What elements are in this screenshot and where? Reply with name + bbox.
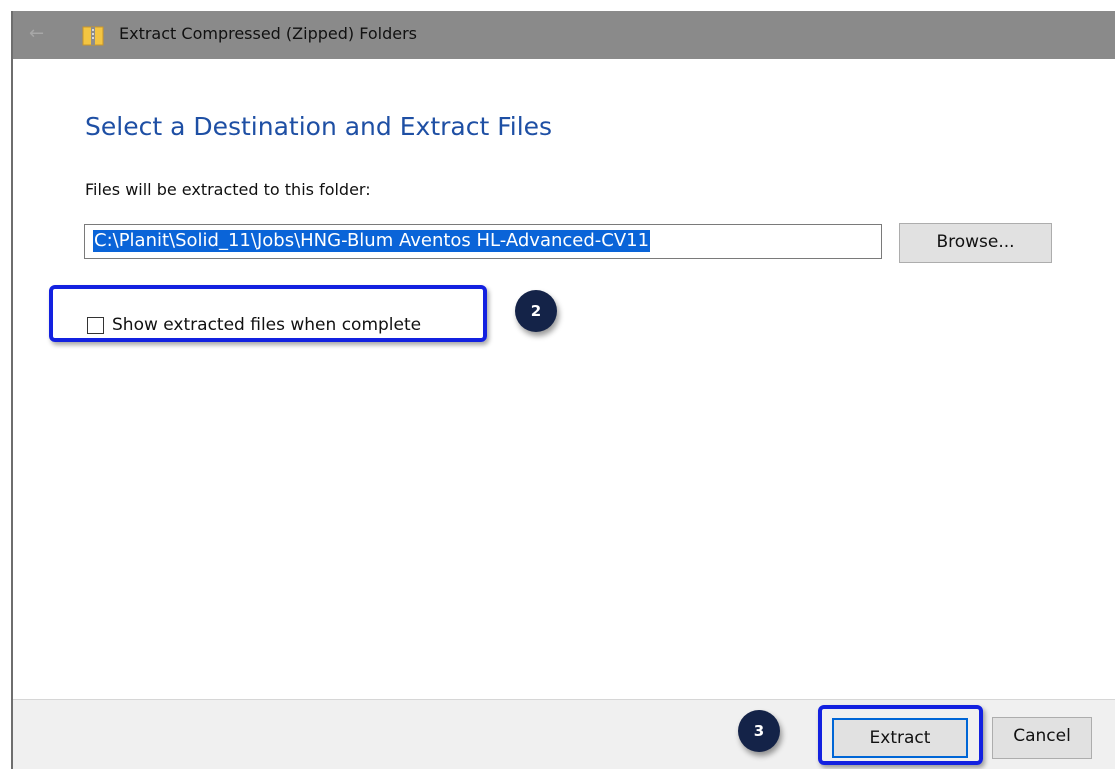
arrow-left-icon[interactable]: ← [29,24,49,44]
highlight-extract-annotation [818,705,983,765]
step-3-badge: 3 [738,710,780,752]
highlight-checkbox-annotation [49,285,487,342]
destination-path-input[interactable]: C:\Planit\Solid_11\Jobs\HNG-Blum Aventos… [84,224,882,259]
title-bar: ← Extract Compressed (Zipped) Folders [13,11,1115,59]
destination-label: Files will be extracted to this folder: [85,180,371,199]
browse-button[interactable]: Browse... [899,223,1052,263]
zipped-folder-icon [82,26,104,46]
destination-path-value: C:\Planit\Solid_11\Jobs\HNG-Blum Aventos… [93,230,651,252]
page-title: Select a Destination and Extract Files [85,112,553,141]
step-2-badge: 2 [515,290,557,332]
cancel-button[interactable]: Cancel [992,717,1092,759]
extract-dialog: ← Extract Compressed (Zipped) Folders Se… [11,11,1115,769]
window-title: Extract Compressed (Zipped) Folders [119,24,417,43]
